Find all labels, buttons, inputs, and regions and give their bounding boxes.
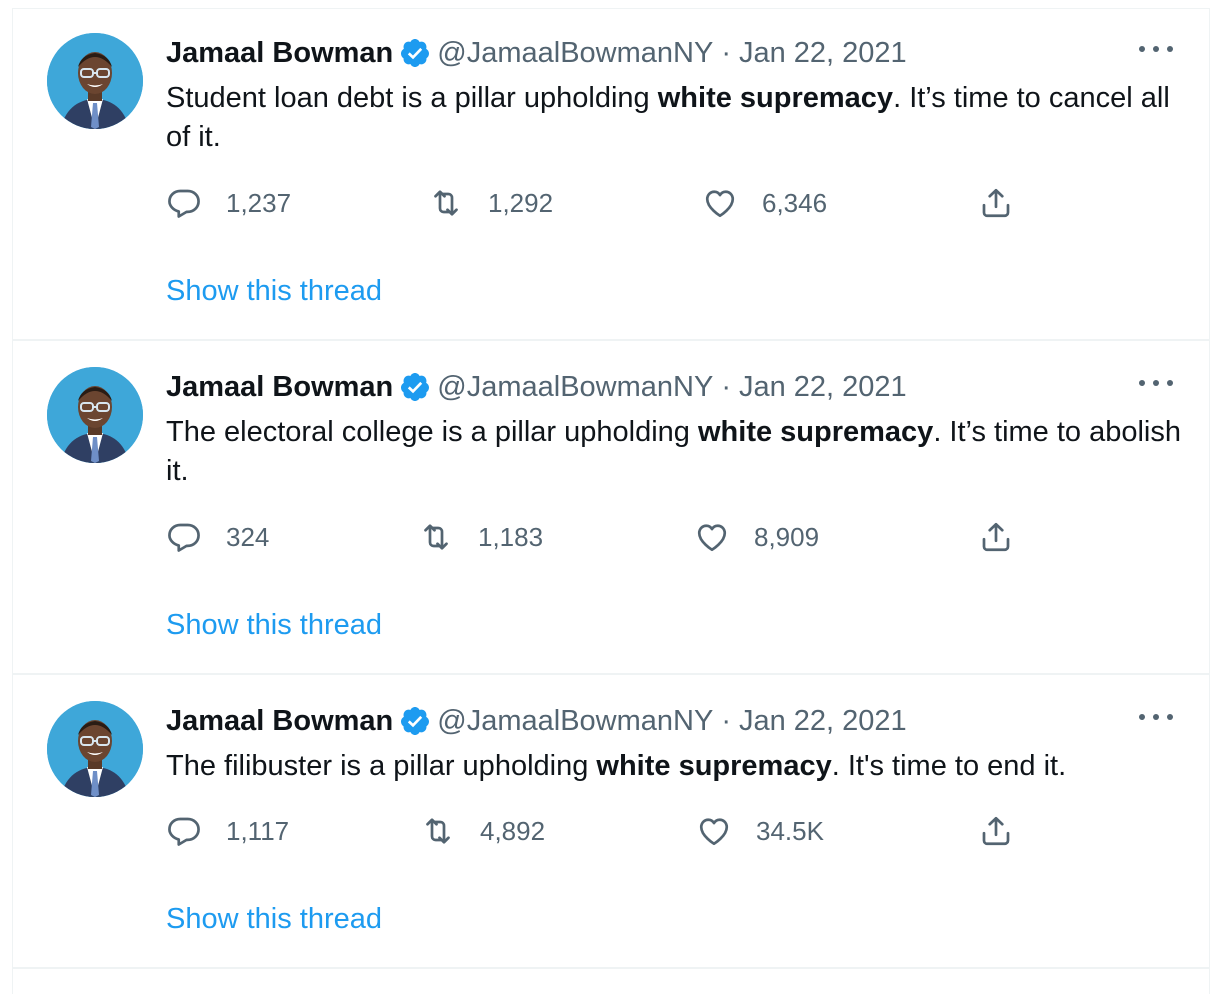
- show-thread-link[interactable]: Show this thread: [166, 903, 382, 936]
- retweet-icon: [434, 190, 458, 216]
- like-button[interactable]: 6,346: [702, 183, 827, 223]
- author-name[interactable]: Jamaal Bowman: [166, 371, 393, 404]
- verified-badge-icon: [401, 39, 430, 67]
- retweet-icon: [426, 818, 450, 844]
- tweet-header: Jamaal Bowman @JamaalBowmanNY · Jan 22, …: [166, 703, 907, 739]
- reply-icon: [168, 523, 200, 552]
- reply-count: 1,237: [226, 187, 292, 218]
- tweet-text: The filibuster is a pillar upholding whi…: [166, 747, 1186, 786]
- share-button[interactable]: [978, 517, 1014, 557]
- tweet-text-part: Student loan debt is a pillar upholding: [166, 82, 658, 114]
- tweet-text-bold: white supremacy: [596, 750, 832, 782]
- author-handle[interactable]: @JamaalBowmanNY: [437, 371, 713, 404]
- author-name[interactable]: Jamaal Bowman: [166, 705, 393, 738]
- author-handle[interactable]: @JamaalBowmanNY: [437, 705, 713, 738]
- reply-button[interactable]: 1,237: [166, 183, 291, 223]
- tweet-header: Jamaal Bowman @JamaalBowmanNY · Jan 22, …: [166, 369, 907, 405]
- tweet-text-bold: white supremacy: [697, 416, 934, 448]
- share-button[interactable]: [978, 183, 1014, 223]
- retweet-count: 1,183: [478, 521, 544, 552]
- like-count: 6,346: [762, 187, 828, 218]
- avatar[interactable]: [47, 701, 143, 797]
- tweet-actions: 324 1,183 8,909: [166, 517, 1036, 557]
- tweet-feed: Jamaal Bowman @JamaalBowmanNY · Jan 22, …: [12, 8, 1210, 994]
- reply-count: 324: [226, 521, 270, 552]
- reply-count: 1,117: [226, 815, 290, 846]
- tweet-text-part: . It's time to end it.: [831, 750, 1067, 782]
- tweet-text-part: The electoral college is a pillar uphold…: [166, 416, 698, 448]
- avatar[interactable]: [47, 33, 143, 129]
- tweet-date[interactable]: Jan 22, 2021: [739, 37, 907, 70]
- like-icon: [697, 524, 727, 552]
- header-separator: ·: [721, 36, 731, 69]
- header-separator: ·: [721, 370, 731, 403]
- show-thread-link[interactable]: Show this thread: [166, 609, 382, 642]
- tweet-actions: 1,237 1,292 6,346: [166, 183, 1036, 223]
- more-options-icon[interactable]: [1139, 39, 1173, 59]
- tweet-text: The electoral college is a pillar uphold…: [166, 413, 1186, 491]
- tweet[interactable]: Jamaal Bowman @JamaalBowmanNY · Jan 22, …: [13, 343, 1209, 675]
- tweet-header: Jamaal Bowman @JamaalBowmanNY · Jan 22, …: [166, 35, 907, 71]
- tweet-text-part: The filibuster is a pillar upholding: [166, 750, 597, 782]
- show-thread-link[interactable]: Show this thread: [166, 275, 382, 308]
- tweet-text: Student loan debt is a pillar upholding …: [166, 79, 1186, 157]
- more-options-icon[interactable]: [1139, 707, 1173, 727]
- reply-icon: [168, 817, 200, 846]
- tweet-date[interactable]: Jan 22, 2021: [739, 371, 907, 404]
- avatar[interactable]: [47, 367, 143, 463]
- share-icon: [982, 188, 1010, 218]
- verified-badge-icon: [401, 373, 430, 401]
- share-icon: [982, 816, 1010, 846]
- share-button[interactable]: [978, 811, 1014, 851]
- like-button[interactable]: 8,909: [694, 517, 819, 557]
- tweet[interactable]: Jamaal Bowman @JamaalBowmanNY · Jan 22, …: [13, 677, 1209, 969]
- like-count: 8,909: [754, 521, 820, 552]
- reply-icon: [168, 189, 200, 218]
- retweet-button[interactable]: 1,183: [418, 517, 543, 557]
- retweet-count: 4,892: [480, 815, 546, 846]
- retweet-icon: [424, 524, 448, 550]
- verified-badge-icon: [401, 707, 430, 735]
- like-icon: [699, 818, 729, 846]
- tweet[interactable]: Jamaal Bowman @JamaalBowmanNY · Jan 22, …: [13, 9, 1209, 341]
- share-icon: [982, 522, 1010, 552]
- tweet-text-bold: white supremacy: [657, 82, 894, 114]
- tweet-date[interactable]: Jan 22, 2021: [739, 705, 907, 738]
- header-separator: ·: [721, 704, 731, 737]
- more-options-icon[interactable]: [1139, 373, 1173, 393]
- like-count: 34.5K: [756, 815, 824, 846]
- tweet-actions: 1,117 4,892 34.5K: [166, 811, 1036, 851]
- author-handle[interactable]: @JamaalBowmanNY: [437, 37, 713, 70]
- like-button[interactable]: 34.5K: [696, 811, 824, 851]
- retweet-button[interactable]: 1,292: [428, 183, 553, 223]
- retweet-button[interactable]: 4,892: [420, 811, 545, 851]
- reply-button[interactable]: 1,117: [166, 811, 289, 851]
- like-icon: [705, 190, 735, 218]
- reply-button[interactable]: 324: [166, 517, 269, 557]
- author-name[interactable]: Jamaal Bowman: [166, 37, 393, 70]
- retweet-count: 1,292: [488, 187, 554, 218]
